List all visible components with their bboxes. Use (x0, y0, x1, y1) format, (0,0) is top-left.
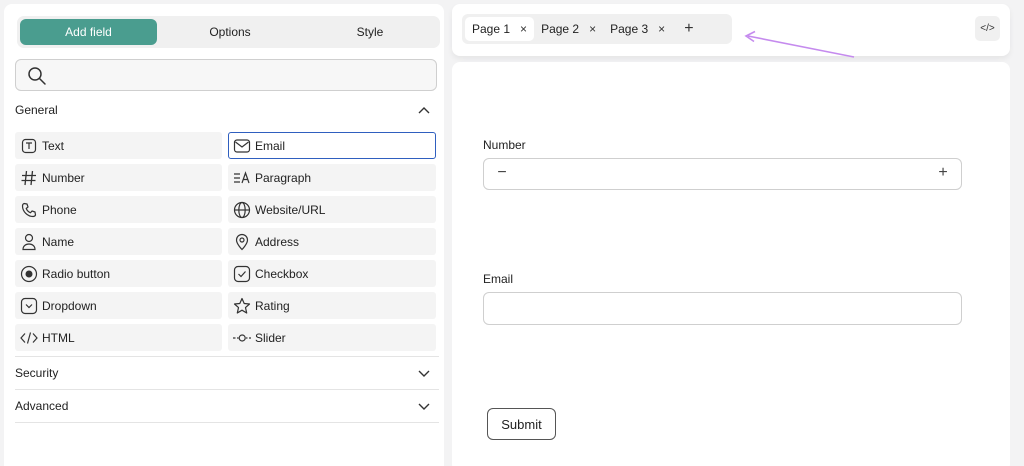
add-page-icon[interactable]: + (678, 20, 699, 38)
tab-page-3[interactable]: Page 3 × (603, 17, 672, 41)
page-tab-bar: Page 1 × Page 2 × Page 3 × + </> (452, 4, 1010, 56)
field-item-number[interactable]: Number (15, 164, 222, 191)
close-icon[interactable]: × (520, 22, 527, 36)
field-item-label: Address (255, 234, 300, 249)
tab-page-2[interactable]: Page 2 × (534, 17, 603, 41)
dropdown-icon (20, 297, 38, 315)
form-preview: Number − + Email Submit (452, 62, 1010, 466)
person-icon (20, 233, 38, 251)
section-general-label: General (15, 103, 58, 117)
submit-button[interactable]: Submit (487, 408, 556, 440)
field-item-label: Checkbox (255, 266, 309, 281)
field-item-label: Dropdown (42, 298, 97, 313)
number-stepper[interactable]: − + (483, 158, 962, 190)
page-tabs: Page 1 × Page 2 × Page 3 × + (462, 14, 732, 44)
field-item-label: Phone (42, 202, 77, 217)
field-item-address[interactable]: Address (228, 228, 436, 255)
field-builder-panel: Add field Options Style General Text Ema… (4, 4, 444, 466)
field-item-label: Slider (255, 330, 286, 345)
checkbox-icon (233, 265, 251, 283)
decrement-button[interactable]: − (492, 164, 512, 182)
paragraph-icon (233, 169, 251, 187)
field-item-rating[interactable]: Rating (228, 292, 436, 319)
field-item-phone[interactable]: Phone (15, 196, 222, 223)
chevron-up-icon (418, 107, 430, 114)
builder-tabs: Add field Options Style (17, 16, 440, 48)
tab-page-1[interactable]: Page 1 × (465, 17, 535, 41)
field-item-html[interactable]: HTML (15, 324, 222, 351)
increment-button[interactable]: + (933, 164, 953, 182)
field-item-label: Rating (255, 298, 290, 313)
tab-label: Page 2 (541, 22, 580, 36)
search-input[interactable] (54, 64, 424, 86)
annotation-arrow-icon (744, 30, 855, 58)
search-icon (28, 67, 46, 85)
section-security-label: Security (15, 366, 59, 380)
divider (15, 356, 439, 357)
slider-icon (233, 329, 251, 347)
tab-label: Page 1 (472, 22, 511, 36)
field-item-radio[interactable]: Radio button (15, 260, 222, 287)
location-pin-icon (233, 233, 251, 251)
email-icon (233, 137, 251, 155)
close-icon[interactable]: × (589, 22, 596, 36)
section-general-header[interactable]: General (15, 96, 439, 124)
field-item-paragraph[interactable]: Paragraph (228, 164, 436, 191)
tab-style[interactable]: Style (300, 16, 440, 48)
field-item-website[interactable]: Website/URL (228, 196, 436, 223)
field-item-dropdown[interactable]: Dropdown (15, 292, 222, 319)
number-label: Number (483, 138, 526, 152)
close-icon[interactable]: × (658, 22, 665, 36)
section-advanced-header[interactable]: Advanced (15, 392, 439, 420)
field-item-email[interactable]: Email (228, 132, 436, 159)
field-item-label: Website/URL (255, 202, 326, 217)
field-item-slider[interactable]: Slider (228, 324, 436, 351)
field-item-label: Paragraph (255, 170, 312, 185)
field-item-label: Text (42, 138, 65, 153)
chevron-down-icon (418, 403, 430, 410)
divider (15, 422, 439, 423)
tab-label: Page 3 (610, 22, 649, 36)
field-type-grid: Text Email Number Paragraph Phone Websit… (15, 132, 439, 351)
text-icon (20, 137, 38, 155)
chevron-down-icon (418, 370, 430, 377)
tab-options[interactable]: Options (160, 16, 300, 48)
code-icon (20, 329, 38, 347)
field-item-checkbox[interactable]: Checkbox (228, 260, 436, 287)
section-security-header[interactable]: Security (15, 359, 439, 387)
field-search-box (15, 59, 437, 91)
phone-icon (20, 201, 38, 219)
field-item-label: Email (255, 138, 286, 153)
email-label: Email (483, 272, 514, 286)
radio-icon (20, 265, 38, 283)
section-advanced-label: Advanced (15, 399, 69, 413)
field-item-label: Radio button (42, 266, 111, 281)
divider (15, 389, 439, 390)
code-view-button[interactable]: </> (975, 16, 1000, 41)
email-field[interactable] (483, 292, 962, 325)
field-item-label: HTML (42, 330, 75, 345)
field-item-name[interactable]: Name (15, 228, 222, 255)
field-item-text[interactable]: Text (15, 132, 222, 159)
globe-icon (233, 201, 251, 219)
tab-add-field[interactable]: Add field (20, 19, 157, 45)
hash-icon (20, 169, 38, 187)
star-icon (233, 297, 251, 315)
field-item-label: Name (42, 234, 75, 249)
field-item-label: Number (42, 170, 85, 185)
